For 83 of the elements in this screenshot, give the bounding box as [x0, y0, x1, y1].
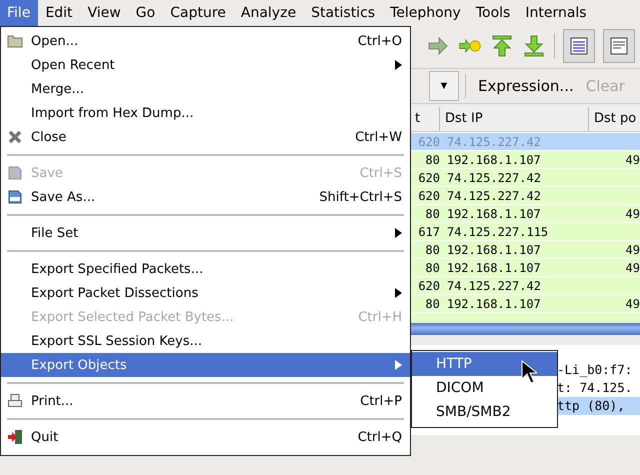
- table-cell-text: 80: [424, 152, 440, 166]
- submenu-arrow-icon: [394, 60, 402, 70]
- menu-item[interactable]: Export SSL Session Keys...: [1, 329, 410, 353]
- packet-row[interactable]: 80 192.168.1.107 49: [410, 259, 640, 276]
- menu-item[interactable]: Save As... Shift+Ctrl+S: [1, 185, 410, 209]
- exit-icon: [7, 429, 23, 445]
- menu-item[interactable]: SMB/SMB2: [412, 400, 557, 424]
- menu-bar-item[interactable]: Edit: [38, 0, 81, 26]
- table-cell-text: 192.168.1.107: [446, 242, 542, 256]
- menu-bar-item[interactable]: Internals: [518, 0, 595, 26]
- submenu-arrow-icon: [394, 228, 402, 238]
- pane-splitter[interactable]: [410, 323, 640, 335]
- table-cell-text: 620: [417, 134, 440, 148]
- menu-item[interactable]: HTTP: [412, 352, 557, 376]
- menu-item[interactable]: Quit Ctrl+Q: [1, 425, 410, 449]
- table-cell-text: 49: [624, 242, 640, 256]
- menu-item[interactable]: Print... Ctrl+P: [1, 389, 410, 413]
- close-icon: [7, 129, 23, 145]
- menu-bar-item[interactable]: Tools: [468, 0, 518, 26]
- arrow-right-icon[interactable]: [426, 34, 450, 58]
- table-cell-text: 49: [624, 260, 640, 274]
- table-cell-text: 192.168.1.107: [446, 152, 542, 166]
- menu-item[interactable]: Merge...: [1, 77, 410, 101]
- submenu-arrow-icon: [394, 288, 402, 298]
- table-cell-text: 620: [417, 170, 440, 184]
- table-cell-text: 74.125.227.115: [446, 224, 550, 238]
- menu-bar-item[interactable]: Go: [128, 0, 164, 26]
- colored-lines-icon: [569, 36, 589, 56]
- menu-bar-item[interactable]: File: [0, 0, 38, 26]
- column-header[interactable]: Dst IP: [440, 107, 589, 131]
- submenu-arrow-icon: [394, 360, 402, 370]
- table-cell-text: 192.168.1.107: [446, 260, 542, 274]
- menu-item[interactable]: Open Recent: [1, 53, 410, 77]
- packet-row[interactable]: 80 192.168.1.107 49: [410, 205, 640, 222]
- save-icon: [7, 165, 23, 181]
- text-lines-icon: [609, 36, 629, 56]
- menu-bar-item[interactable]: Statistics: [304, 0, 384, 26]
- folder-icon: [7, 33, 23, 49]
- dropdown-button[interactable]: ▼: [429, 71, 459, 101]
- menu-bar-item[interactable]: Telephony: [383, 0, 469, 26]
- column-header[interactable]: Dst po: [589, 107, 640, 131]
- packet-row[interactable]: 620 74.125.227.42: [410, 187, 640, 204]
- mouse-pointer-icon: [521, 360, 537, 384]
- colorize-button[interactable]: [563, 29, 595, 63]
- table-cell-text: 80: [424, 260, 440, 274]
- menu-item[interactable]: DICOM: [412, 376, 557, 400]
- packet-row[interactable]: 617 74.125.227.115: [410, 223, 640, 240]
- menu-bar-item[interactable]: Analyze: [234, 0, 304, 26]
- menu-item[interactable]: Close Ctrl+W: [1, 125, 410, 149]
- menu-item[interactable]: Export Packet Dissections: [1, 281, 410, 305]
- table-cell-text: 620: [417, 188, 440, 202]
- packet-row[interactable]: 80 192.168.1.107 49: [410, 241, 640, 258]
- table-cell-text: 192.168.1.107: [446, 296, 542, 310]
- menu-bar-item[interactable]: View: [80, 0, 129, 26]
- table-cell-text: 74.125.227.42: [446, 134, 542, 148]
- menu-item[interactable]: Export Objects: [1, 353, 410, 377]
- arrow-down-icon[interactable]: [522, 34, 546, 58]
- table-cell-text: 74.125.227.42: [446, 188, 542, 202]
- save-as-icon: [7, 189, 23, 205]
- table-cell-text: 617: [417, 224, 440, 238]
- packet-row[interactable]: 620 74.125.227.42: [410, 277, 640, 294]
- expression-button[interactable]: Expression...: [472, 77, 580, 95]
- table-cell-text: 49: [624, 152, 640, 166]
- autoscroll-button[interactable]: [603, 29, 635, 63]
- menu-item[interactable]: Export Specified Packets...: [1, 257, 410, 281]
- table-cell-text: 49: [624, 296, 640, 310]
- menu-item[interactable]: Import from Hex Dump...: [1, 101, 410, 125]
- packet-row[interactable]: 620 74.125.227.42: [410, 169, 640, 186]
- printer-icon: [7, 393, 23, 409]
- table-cell-text: 74.125.227.42: [446, 170, 542, 184]
- table-cell-text: 80: [424, 242, 440, 256]
- table-cell-text: 74.125.227.42: [446, 278, 542, 292]
- table-cell-text: 620: [417, 278, 440, 292]
- menu-item[interactable]: File Set: [1, 221, 410, 245]
- packet-row[interactable]: 80 192.168.1.107 49: [410, 151, 640, 168]
- table-cell-text: 80: [424, 296, 440, 310]
- packet-row[interactable]: 80 192.168.1.107 49: [410, 295, 640, 312]
- table-cell-text: 192.168.1.107: [446, 206, 542, 220]
- menu-bar-item[interactable]: Capture: [163, 0, 234, 26]
- menu-item[interactable]: Open... Ctrl+O: [1, 29, 410, 53]
- arrow-up-icon[interactable]: [490, 34, 514, 58]
- table-cell-text: 80: [424, 206, 440, 220]
- table-cell-text: 49: [624, 206, 640, 220]
